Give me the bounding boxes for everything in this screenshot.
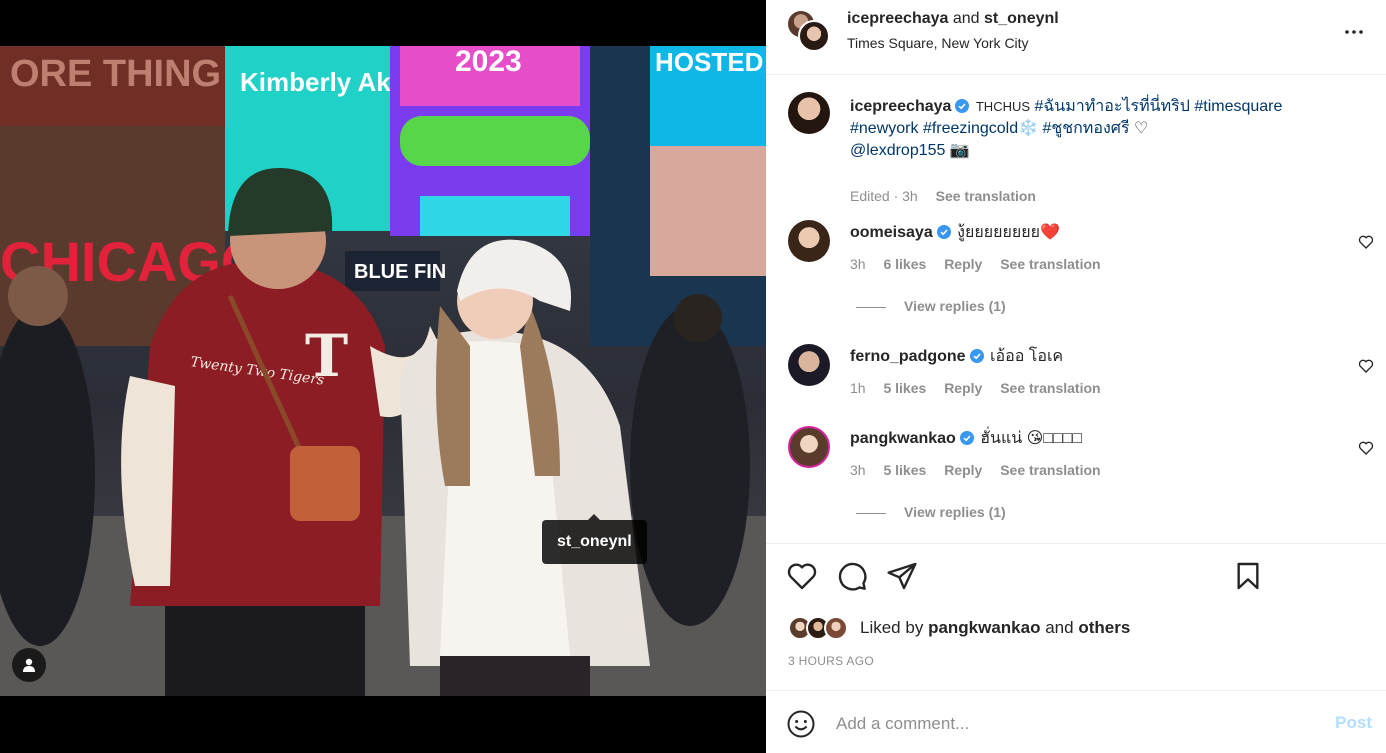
photo-user-tag[interactable]: st_oneynl (542, 514, 647, 564)
verified-badge-icon (936, 225, 951, 239)
header-username-1[interactable]: icepreechaya (847, 10, 948, 27)
bookmark-icon[interactable] (1232, 560, 1264, 592)
comment-input[interactable] (836, 709, 1306, 739)
more-horizontal-icon (1345, 30, 1363, 34)
likes-text: Liked by pangkwankao and others (860, 618, 1130, 638)
post-actions (766, 558, 1386, 598)
post-info-pane: icepreechaya and st_oneynl Times Square,… (766, 0, 1386, 753)
comment-text: pangkwankao ฮั่นแน่ 😘□□□□ (850, 428, 1330, 450)
comment-avatar[interactable] (788, 220, 830, 262)
add-comment-bar: Post (766, 690, 1386, 753)
send-icon[interactable] (886, 560, 918, 592)
year-sign: 2023 (455, 46, 522, 78)
comment-like-heart-icon[interactable] (1358, 234, 1374, 250)
user-icon (23, 658, 35, 672)
post-photo[interactable]: ORE THING CHICAGO Kimberly Akimbo 2023 H… (0, 46, 766, 696)
hosted-sign: HOSTED (655, 47, 763, 77)
hashtag-link[interactable]: #ฉันมาทำอะไรที่นี่ทริป (1034, 98, 1189, 115)
hashtag-link[interactable]: #ชูชกทองศรี (1042, 120, 1129, 137)
comment-text: ferno_padgone เอ้ออ โอเค (850, 346, 1330, 368)
comment-like-heart-icon[interactable] (1358, 440, 1374, 456)
comment-meta: 3h 5 likes Reply See translation (850, 462, 1115, 478)
collab-usernames: icepreechaya and st_oneynl (847, 10, 1059, 28)
mention-link[interactable]: @lexdrop155 (850, 142, 945, 159)
comment-body: ฮั่นแน่ 😘□□□□ (980, 430, 1082, 447)
comment-body: เอ้ออ โอเค (990, 348, 1064, 365)
comment-likes[interactable]: 5 likes (883, 462, 926, 478)
comment-username[interactable]: ferno_padgone (850, 348, 966, 365)
verified-badge-icon (959, 431, 974, 445)
see-translation-link[interactable]: See translation (936, 188, 1036, 204)
photo-scene: ORE THING CHICAGO Kimberly Akimbo 2023 H… (0, 46, 766, 696)
see-translation-link[interactable]: See translation (1000, 462, 1100, 478)
comment-time: 3h (850, 256, 866, 272)
comment-time: 3h (850, 462, 866, 478)
heart-icon[interactable] (786, 560, 818, 592)
caption-avatar[interactable] (788, 92, 830, 134)
hashtag-link[interactable]: #timesquare (1194, 98, 1282, 115)
view-replies-button[interactable]: View replies (1) (856, 298, 1006, 314)
liked-by-prefix: Liked by (860, 618, 924, 637)
see-translation-link[interactable]: See translation (1000, 380, 1100, 396)
liked-by-user[interactable]: pangkwankao (928, 618, 1040, 637)
comment-body: งู้ยยยยยยยย❤️ (957, 224, 1060, 241)
comment-meta: 3h 6 likes Reply See translation (850, 256, 1115, 272)
caption-username[interactable]: icepreechaya (850, 98, 951, 115)
liked-by-connector: and (1045, 618, 1074, 637)
bluefin-sign: BLUE FIN (354, 261, 446, 283)
likes-summary: Liked by pangkwankao and others (788, 614, 1348, 642)
reply-button[interactable]: Reply (944, 256, 982, 272)
see-translation-link[interactable]: See translation (1000, 256, 1100, 272)
caption-edited: Edited · 3h (850, 188, 918, 204)
comment-meta: 1h 5 likes Reply See translation (850, 380, 1115, 396)
post-header: icepreechaya and st_oneynl Times Square,… (766, 0, 1386, 75)
comments-section: icepreechaya THCHUS #ฉันมาทำอะไรที่นี่ทร… (766, 76, 1386, 544)
comment-likes[interactable]: 5 likes (883, 380, 926, 396)
bystander-right (630, 306, 750, 626)
verified-badge-icon (955, 99, 970, 113)
post-location[interactable]: Times Square, New York City (847, 35, 1029, 51)
svg-text:ORE THING: ORE THING (10, 53, 221, 95)
verified-badge-icon (969, 349, 984, 363)
liker-avatar (824, 616, 848, 640)
crossbody-bag (290, 446, 360, 521)
reply-button[interactable]: Reply (944, 462, 982, 478)
comment-likes[interactable]: 6 likes (883, 256, 926, 272)
svg-text:T: T (305, 322, 348, 390)
caption-meta: Edited · 3h See translation (850, 188, 1050, 204)
smiley-icon[interactable] (786, 709, 816, 739)
liked-by-others[interactable]: others (1078, 618, 1130, 637)
heart-emoji: ♡ (1133, 120, 1149, 137)
header-username-2[interactable]: st_oneynl (984, 10, 1059, 27)
header-connector: and (952, 10, 980, 27)
comment-icon[interactable] (836, 560, 868, 592)
post-comment-button[interactable]: Post (1335, 713, 1372, 733)
camera-emoji: 📷 (949, 142, 970, 159)
reply-button[interactable]: Reply (944, 380, 982, 396)
caption-text: icepreechaya THCHUS #ฉันมาทำอะไรที่นี่ทร… (850, 96, 1330, 162)
post-timestamp[interactable]: 3 HOURS AGO (788, 654, 874, 668)
comment-time: 1h (850, 380, 866, 396)
comment-text: oomeisaya งู้ยยยยยยยย❤️ (850, 222, 1330, 244)
comment-like-heart-icon[interactable] (1358, 358, 1374, 374)
hashtag-link[interactable]: #freezingcold (923, 120, 1018, 137)
avatar-user2[interactable] (798, 20, 830, 52)
comment-username[interactable]: pangkwankao (850, 430, 956, 447)
view-replies-button[interactable]: View replies (1) (856, 504, 1006, 520)
media-pane: ORE THING CHICAGO Kimberly Akimbo 2023 H… (0, 0, 766, 753)
collab-avatars[interactable] (786, 9, 832, 53)
caption-prefix: THCHUS (975, 99, 1031, 114)
tagged-users-button[interactable] (12, 648, 46, 682)
comment-avatar-story-ring[interactable] (788, 426, 830, 468)
more-options-button[interactable] (1342, 20, 1366, 44)
comment-avatar[interactable] (788, 344, 830, 386)
hashtag-link[interactable]: #newyork (850, 120, 918, 137)
snowflake-emoji: ❄️ (1018, 120, 1039, 137)
comment-username[interactable]: oomeisaya (850, 224, 933, 241)
